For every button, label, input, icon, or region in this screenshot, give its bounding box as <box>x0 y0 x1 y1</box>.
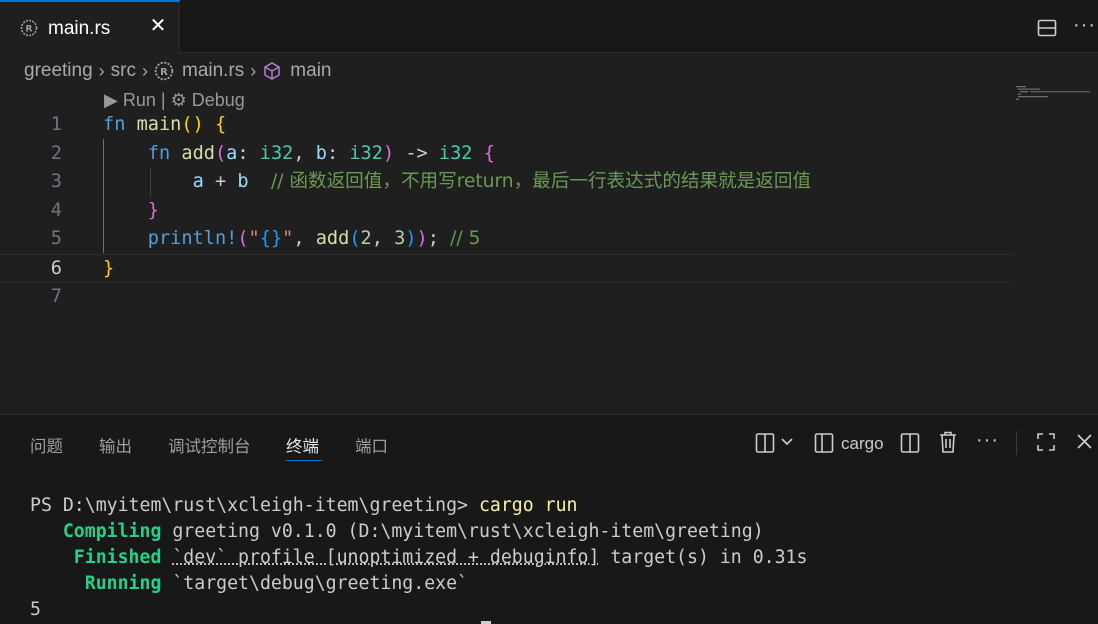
codelens: ▶ Run | ⚙ Debug <box>104 90 245 111</box>
code-text: } <box>103 197 159 226</box>
line-number: 4 <box>0 197 62 226</box>
code-editor[interactable]: ▶ Run | ⚙ Debug 1 fn main() { 2 fn add(a… <box>0 86 1098 414</box>
terminal-status-label: Running <box>30 573 161 594</box>
svg-text:R: R <box>26 25 33 35</box>
line-number: 3 <box>0 168 62 197</box>
close-icon[interactable]: ✕ <box>148 16 168 36</box>
terminal-line-text <box>161 547 172 568</box>
code-text: a + b // 函数返回值，不用写return，最后一行表达式的结果就是返回值 <box>103 168 811 197</box>
line-number-active: 6 <box>0 255 62 284</box>
breadcrumb-greeting[interactable]: greeting <box>24 60 93 82</box>
minimap[interactable] <box>1016 86 1092 100</box>
code-line: 1 fn main() { <box>0 111 1010 140</box>
chevron-right-icon: › <box>142 61 148 82</box>
line-number: 1 <box>0 111 62 140</box>
line-number: 5 <box>0 225 62 254</box>
rust-icon: R <box>154 61 174 81</box>
terminal-line-text: `target\debug\greeting.exe` <box>161 573 468 594</box>
more-actions-icon[interactable]: ··· <box>976 429 999 452</box>
terminal-status-label: Finished <box>30 547 161 568</box>
code-line: 7 <box>0 283 1010 312</box>
code-text: } <box>103 255 114 284</box>
code-line: 5 println!("{}", add(2, 3)); // 5 <box>0 225 1010 254</box>
more-actions-icon[interactable]: ··· <box>1073 14 1096 37</box>
terminal-program-output: 5 <box>30 599 41 620</box>
tab-output[interactable]: 输出 <box>99 433 132 457</box>
breadcrumb-src[interactable]: src <box>111 60 136 82</box>
editor-tab-bar: R main.rs ✕ ··· <box>0 0 1098 53</box>
breadcrumb-main-rs[interactable]: main.rs <box>182 60 244 82</box>
breadcrumb-main-fn[interactable]: main <box>290 60 331 82</box>
code-text: fn main() { <box>103 111 226 140</box>
cube-icon <box>262 61 282 81</box>
terminal-name[interactable]: cargo <box>841 434 884 454</box>
maximize-panel-icon[interactable] <box>1036 432 1056 452</box>
active-tab-indicator <box>286 460 322 461</box>
chevron-right-icon: › <box>250 61 256 82</box>
breadcrumb: greeting › src › R main.rs › main <box>24 58 331 84</box>
code-text: println!("{}", add(2, 3)); // 5 <box>103 225 480 254</box>
terminal-line-text: greeting v0.1.0 (D:\myitem\rust\xcleigh-… <box>161 521 763 542</box>
run-icon[interactable]: ▶ <box>104 90 118 110</box>
split-terminal-icon[interactable] <box>755 432 775 454</box>
code-line: 3 a + b // 函数返回值，不用写return，最后一行表达式的结果就是返… <box>0 168 1010 197</box>
tab-label: main.rs <box>48 18 110 40</box>
terminal-icon[interactable] <box>814 432 834 454</box>
svg-text:R: R <box>160 67 168 78</box>
terminal-link[interactable]: `dev` profile [unoptimized + debuginfo] <box>172 547 599 568</box>
tab-problems[interactable]: 问题 <box>30 433 63 457</box>
code-line: 4 } <box>0 197 1010 226</box>
tab-ports[interactable]: 端口 <box>355 433 388 457</box>
chevron-right-icon: › <box>99 61 105 82</box>
line-number: 2 <box>0 140 62 169</box>
gear-icon[interactable]: ⚙ <box>171 90 187 110</box>
codelens-separator: | <box>161 90 166 110</box>
tab-debug-console[interactable]: 调试控制台 <box>168 433 251 457</box>
bottom-panel: 问题 输出 调试控制台 终端 端口 cargo ··· PS D:\myitem… <box>0 414 1098 624</box>
code-text: fn add(a: i32, b: i32) -> i32 { <box>103 140 495 169</box>
codelens-debug[interactable]: Debug <box>192 90 245 110</box>
rust-icon: R <box>20 19 38 37</box>
terminal-line-text: target(s) in 0.31s <box>599 547 807 568</box>
toolbar-divider <box>1016 431 1017 455</box>
split-editor-icon[interactable] <box>1037 18 1057 38</box>
tab-main-rs[interactable]: R main.rs ✕ <box>0 0 180 54</box>
chevron-down-icon[interactable] <box>780 437 794 447</box>
line-number: 7 <box>0 283 62 312</box>
terminal-command: cargo run <box>479 495 578 516</box>
close-icon[interactable] <box>1076 433 1093 450</box>
terminal-output[interactable]: PS D:\myitem\rust\xcleigh-item\greeting>… <box>30 493 807 623</box>
code-line-current: 6 } <box>0 254 1010 283</box>
trash-icon[interactable] <box>938 430 958 454</box>
terminal-status-label: Compiling <box>30 521 161 542</box>
tab-terminal[interactable]: 终端 <box>286 433 319 457</box>
codelens-run[interactable]: Run <box>123 90 156 110</box>
terminal-prompt: PS D:\myitem\rust\xcleigh-item\greeting> <box>30 495 479 516</box>
split-icon[interactable] <box>900 432 920 454</box>
code-line: 2 fn add(a: i32, b: i32) -> i32 { <box>0 140 1010 169</box>
